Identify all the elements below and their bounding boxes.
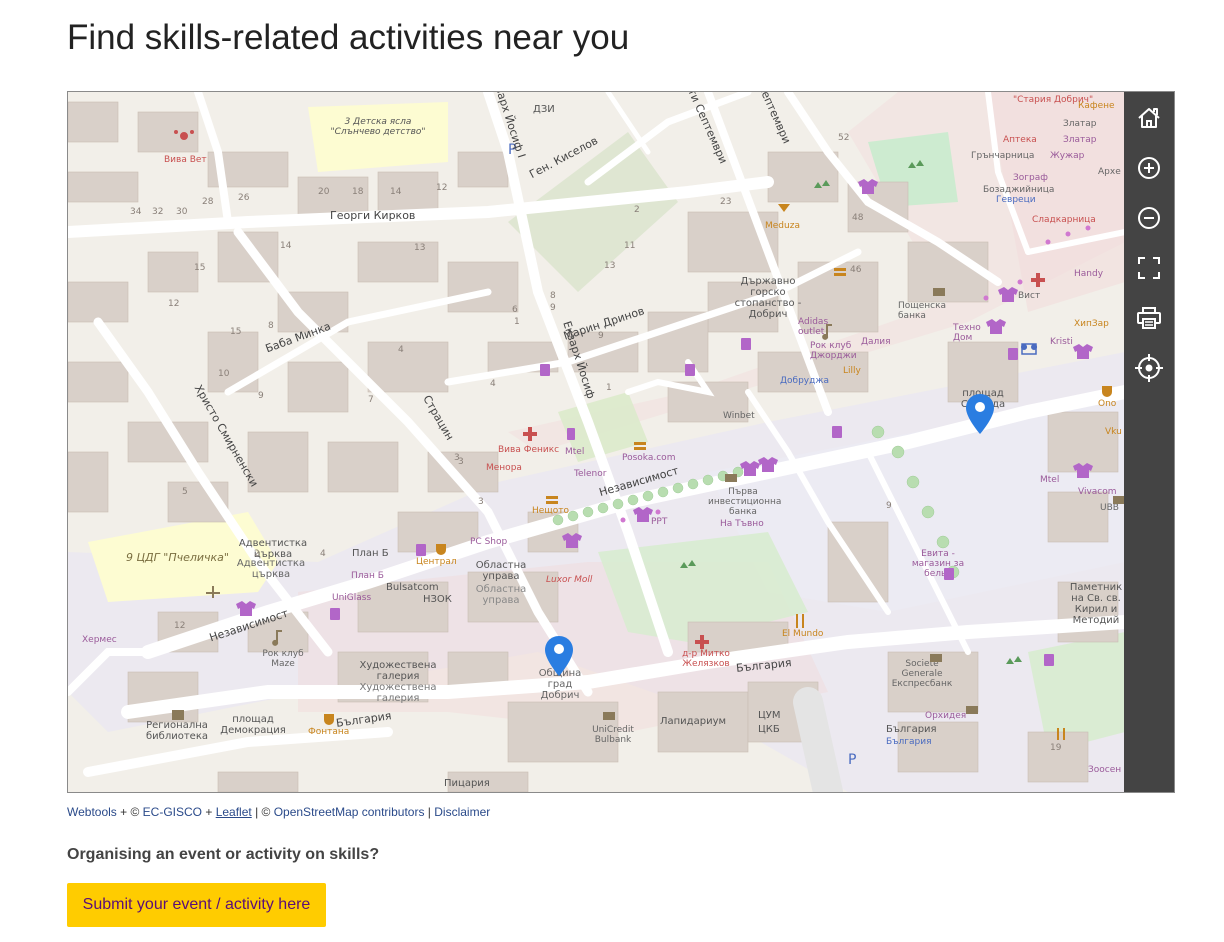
tree-icon bbox=[1006, 656, 1022, 664]
shop-icon bbox=[567, 428, 575, 440]
zoom-out-button[interactable] bbox=[1133, 202, 1165, 234]
clothes-icon bbox=[562, 533, 582, 548]
home-icon bbox=[1138, 108, 1160, 128]
book-icon bbox=[172, 710, 184, 720]
bar-icon bbox=[778, 204, 790, 212]
organise-heading: Organising an event or activity on skill… bbox=[67, 846, 380, 863]
restaurant-icon bbox=[796, 614, 804, 628]
leaflet-link[interactable]: Leaflet bbox=[216, 805, 252, 819]
print-icon bbox=[1137, 307, 1161, 329]
shop-icon bbox=[1008, 348, 1018, 360]
shop-icon bbox=[741, 338, 751, 350]
bank-icon bbox=[725, 474, 737, 482]
home-button[interactable] bbox=[1133, 102, 1165, 134]
shop-icon bbox=[540, 364, 550, 376]
shop-icon bbox=[330, 608, 340, 620]
medical-icon bbox=[1031, 273, 1045, 287]
bank-icon bbox=[966, 706, 978, 714]
tree-icon bbox=[814, 180, 830, 188]
attribution-separator: | bbox=[424, 805, 435, 819]
page-title: Find skills-related activities near you bbox=[67, 18, 630, 57]
clothes-icon bbox=[1073, 463, 1093, 478]
bicycle-icon bbox=[1021, 344, 1038, 350]
webtools-link[interactable]: Webtools bbox=[67, 805, 117, 819]
fullscreen-button[interactable] bbox=[1133, 252, 1165, 284]
medical-icon bbox=[695, 635, 709, 649]
zoom-in-icon bbox=[1138, 157, 1160, 179]
zoom-out-icon bbox=[1138, 207, 1160, 229]
clothes-icon bbox=[758, 457, 778, 472]
bank-icon bbox=[603, 712, 615, 720]
map-toolbar bbox=[1124, 92, 1174, 792]
bank-icon bbox=[933, 288, 945, 296]
shop-icon bbox=[685, 364, 695, 376]
locate-button[interactable] bbox=[1133, 352, 1165, 384]
zoom-in-button[interactable] bbox=[1133, 152, 1165, 184]
ec-gisco-link[interactable]: EC-GISCO bbox=[143, 805, 202, 819]
clothes-icon bbox=[998, 287, 1018, 302]
attribution-separator: + © bbox=[116, 805, 143, 819]
submit-event-button[interactable]: Submit your event / activity here bbox=[67, 883, 326, 927]
clothes-icon bbox=[1073, 344, 1093, 359]
medical-icon bbox=[523, 427, 537, 441]
attribution-separator: + bbox=[202, 805, 216, 819]
restaurant-icon bbox=[1057, 728, 1065, 740]
map-container[interactable]: P P Георги Кирков Ген. Киселов Баба Минк… bbox=[67, 91, 1175, 793]
shop-icon bbox=[832, 426, 842, 438]
location-marker-obshtina[interactable] bbox=[545, 636, 573, 676]
clothes-icon bbox=[740, 461, 760, 476]
shop-icon bbox=[416, 544, 426, 556]
osm-link[interactable]: OpenStreetMap contributors bbox=[274, 805, 425, 819]
paw-icon bbox=[174, 130, 194, 140]
locate-icon bbox=[1135, 354, 1163, 382]
cafe-icon bbox=[436, 544, 446, 555]
fullscreen-icon bbox=[1138, 257, 1160, 279]
shop-icon bbox=[1044, 654, 1054, 666]
fastfood-icon bbox=[834, 268, 846, 276]
poi-icons bbox=[172, 130, 1125, 740]
clothes-icon bbox=[858, 179, 878, 194]
shop-icon bbox=[944, 568, 954, 580]
map-attribution: Webtools + © EC-GISCO + Leaflet | © Open… bbox=[67, 805, 490, 819]
disclaimer-link[interactable]: Disclaimer bbox=[434, 805, 490, 819]
music-icon bbox=[272, 630, 282, 646]
cafe-icon bbox=[324, 714, 334, 725]
cafe-icon bbox=[1102, 386, 1112, 397]
bank-icon bbox=[930, 654, 942, 662]
scales-icon bbox=[206, 586, 220, 598]
map-canvas[interactable]: P P Георги Кирков Ген. Киселов Баба Минк… bbox=[68, 92, 1125, 792]
tree-icon bbox=[908, 160, 924, 168]
tree-icon bbox=[680, 560, 696, 568]
clothes-icon bbox=[986, 319, 1006, 334]
print-button[interactable] bbox=[1133, 302, 1165, 334]
attribution-separator: | © bbox=[251, 805, 274, 819]
fastfood-icon bbox=[546, 496, 558, 504]
fastfood-icon bbox=[634, 442, 646, 450]
music-icon bbox=[822, 324, 832, 340]
clothes-icon bbox=[236, 601, 256, 616]
clothes-icon bbox=[633, 507, 653, 522]
location-marker-ploshtad-svoboda[interactable] bbox=[966, 394, 994, 434]
